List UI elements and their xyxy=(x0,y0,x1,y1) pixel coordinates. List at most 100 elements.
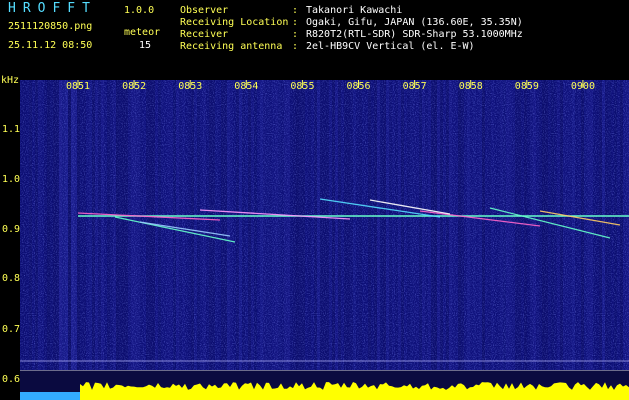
time-tick-0853: 0853 xyxy=(178,81,203,92)
noise-band xyxy=(92,80,95,370)
noise-band xyxy=(338,80,341,370)
noise-band xyxy=(455,80,458,370)
noise-band xyxy=(206,80,209,370)
noise-band xyxy=(341,80,344,370)
noise-band xyxy=(359,80,362,370)
noise-band xyxy=(218,80,221,370)
noise-band xyxy=(431,80,434,370)
noise-band xyxy=(20,80,23,370)
noise-band xyxy=(113,80,116,370)
noise-band xyxy=(296,80,299,370)
freq-tick-0_9: 0.9 xyxy=(2,224,21,235)
noise-band xyxy=(83,80,86,370)
time-tick-0856: 0856 xyxy=(346,81,371,92)
noise-band xyxy=(620,80,623,370)
receiver-value: R820T2(RTL-SDR) SDR-Sharp 53.1000MHz xyxy=(306,29,523,40)
noise-band xyxy=(176,80,179,370)
noise-band xyxy=(173,80,176,370)
noise-band xyxy=(278,80,281,370)
noise-band xyxy=(209,80,212,370)
noise-band xyxy=(230,80,233,370)
noise-band xyxy=(524,80,527,370)
noise-band xyxy=(53,80,56,370)
noise-band xyxy=(392,80,395,370)
noise-band xyxy=(515,80,518,370)
noise-band xyxy=(473,80,476,370)
noise-band xyxy=(236,80,239,370)
noise-band xyxy=(227,80,230,370)
noise-band xyxy=(77,80,80,370)
noise-band xyxy=(452,80,455,370)
noise-band xyxy=(35,80,38,370)
time-tick-0859: 0859 xyxy=(514,81,539,92)
noise-band xyxy=(506,80,509,370)
noise-band xyxy=(335,80,338,370)
noise-band xyxy=(80,80,83,370)
noise-band xyxy=(422,80,425,370)
noise-band xyxy=(347,80,350,370)
noise-band xyxy=(446,80,449,370)
noise-band xyxy=(215,80,218,370)
noise-band xyxy=(407,80,410,370)
noise-band xyxy=(371,80,374,370)
noise-band xyxy=(260,80,263,370)
header-panel: HROFFT 1.0.0 2511120850.png 25.11.12 08:… xyxy=(0,0,629,74)
noise-band xyxy=(98,80,101,370)
noise-band xyxy=(248,80,251,370)
location-sep: : xyxy=(292,17,299,28)
noise-band xyxy=(257,80,260,370)
noise-band xyxy=(569,80,572,370)
time-tick-0857: 0857 xyxy=(402,81,427,92)
noise-band xyxy=(224,80,227,370)
noise-band xyxy=(518,80,521,370)
receiver-sep: : xyxy=(292,29,299,40)
freq-tick-1_1: 1.1 xyxy=(2,124,21,135)
noise-band xyxy=(476,80,479,370)
noise-band xyxy=(314,80,317,370)
noise-band xyxy=(425,80,428,370)
noise-band xyxy=(545,80,548,370)
noise-band xyxy=(197,80,200,370)
noise-band xyxy=(383,80,386,370)
noise-band xyxy=(323,80,326,370)
noise-band xyxy=(551,80,554,370)
noise-band xyxy=(137,80,140,370)
meteor-label: meteor xyxy=(124,27,161,38)
noise-band xyxy=(59,80,62,370)
location-value: Ogaki, Gifu, JAPAN (136.60E, 35.35N) xyxy=(306,17,523,28)
noise-band xyxy=(275,80,278,370)
low-level-segment xyxy=(20,392,80,400)
noise-band xyxy=(449,80,452,370)
freq-tick-1_0: 1.0 xyxy=(2,174,21,185)
noise-band xyxy=(272,80,275,370)
noise-band xyxy=(71,80,74,370)
noise-band xyxy=(416,80,419,370)
noise-band xyxy=(47,80,50,370)
spectrogram-plot xyxy=(20,80,629,370)
datetime: 25.11.12 08:50 xyxy=(8,40,93,51)
noise-band xyxy=(101,80,104,370)
noise-band xyxy=(107,80,110,370)
noise-band xyxy=(368,80,371,370)
noise-band xyxy=(68,80,71,370)
noise-band xyxy=(266,80,269,370)
noise-band xyxy=(200,80,203,370)
time-tick-0854: 0854 xyxy=(234,81,259,92)
freq-tick-0_7: 0.7 xyxy=(2,324,21,335)
noise-band xyxy=(596,80,599,370)
noise-band xyxy=(50,80,53,370)
noise-band xyxy=(212,80,215,370)
noise-band xyxy=(44,80,47,370)
noise-band xyxy=(143,80,146,370)
noise-band xyxy=(140,80,143,370)
noise-band xyxy=(89,80,92,370)
noise-band xyxy=(251,80,254,370)
noise-band xyxy=(299,80,302,370)
noise-band xyxy=(602,80,605,370)
noise-band xyxy=(134,80,137,370)
noise-band xyxy=(386,80,389,370)
noise-band xyxy=(146,80,149,370)
time-tick-0852: 0852 xyxy=(122,81,147,92)
antenna-sep: : xyxy=(292,41,299,52)
noise-band xyxy=(593,80,596,370)
